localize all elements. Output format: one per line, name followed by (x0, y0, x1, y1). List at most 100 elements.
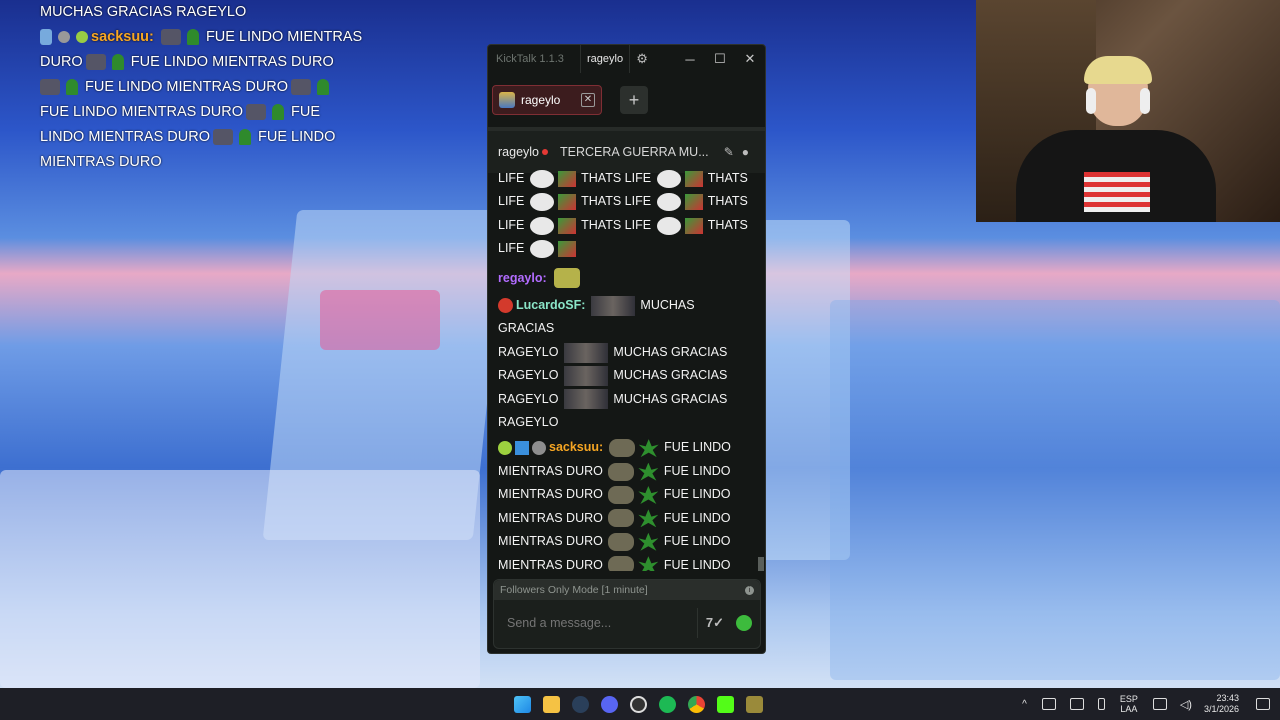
message-text: FUE LINDO (663, 534, 731, 549)
rock-emote-icon (608, 439, 635, 458)
obs-icon[interactable] (630, 696, 647, 713)
tab-rageylo[interactable]: rageylo ✕ (492, 85, 602, 115)
steam-icon[interactable] (572, 696, 589, 713)
trollface-emote-icon (529, 169, 554, 188)
microphone-icon[interactable] (1097, 698, 1105, 710)
weed-emote-icon (66, 79, 78, 96)
username[interactable]: sacksuu: (549, 440, 603, 454)
chat-line: MIENTRAS DURO FUE LINDO (498, 483, 750, 506)
chat-line: RAGEYLO (498, 411, 750, 434)
message-text: RAGEYLO (498, 415, 559, 430)
username[interactable]: LucardoSF: (516, 298, 585, 312)
title-bar: KickTalk 1.1.3 rageylo ⚙ ─ ☐ ✕ (488, 45, 765, 73)
defender-icon[interactable] (1069, 698, 1084, 710)
webcam-person-beanie (1084, 56, 1152, 84)
message-text: RAGEYLO (498, 344, 559, 359)
message-text: THATS (707, 194, 748, 209)
sync-icon[interactable] (1041, 698, 1056, 710)
kicktalk-window: KickTalk 1.1.3 rageylo ⚙ ─ ☐ ✕ rageylo ✕… (487, 44, 766, 654)
overlay-line: DURO FUE LINDO MIENTRAS DURO (40, 50, 370, 75)
streamer-name[interactable]: rageylo (498, 145, 539, 159)
message-input[interactable] (505, 615, 697, 631)
overlay-line: sacksuu: FUE LINDO MIENTRAS (40, 25, 370, 50)
message-text: FUE LINDO (663, 510, 731, 525)
maximize-button[interactable]: ☐ (705, 51, 735, 67)
sword-badge-icon (40, 29, 52, 46)
kick-icon[interactable] (717, 696, 734, 713)
overlay-msg: FUE LINDO MIENTRAS DURO (40, 104, 244, 120)
chat-line: LIFE THATS LIFE THATS (498, 214, 750, 237)
rock-emote-icon (608, 556, 635, 571)
clock[interactable]: 23:43 3/1/2026 (1204, 693, 1239, 715)
channel-button[interactable]: rageylo (580, 45, 631, 73)
chat-mode-bar: Followers Only Mode [1 minute] i (494, 580, 760, 600)
lang-code: ESP (1119, 694, 1138, 704)
message-text: THATS LIFE (581, 217, 652, 232)
message-text: RAGEYLO (498, 391, 559, 406)
close-button[interactable]: ✕ (735, 51, 765, 67)
display-icon[interactable] (1152, 698, 1167, 710)
ball-badge-icon (532, 441, 546, 456)
taskbar-apps (514, 696, 763, 713)
rock-emote-icon (608, 509, 635, 528)
settings-gear-icon[interactable]: ⚙ (630, 51, 654, 67)
chevron-up-icon[interactable]: ^ (1022, 699, 1027, 710)
weed-emote-icon (638, 485, 659, 504)
pin-icon[interactable]: ✎ (724, 145, 742, 159)
message-text: MIENTRAS DURO (498, 487, 603, 502)
overlay-chat: MUCHAS GRACIAS RAGEYLO sacksuu: FUE LIND… (40, 0, 370, 175)
volume-icon[interactable]: ◁) (1180, 698, 1192, 711)
rock-emote-icon (213, 129, 233, 146)
input-buttons: 7✓ (696, 608, 760, 638)
username[interactable]: regaylo: (498, 271, 547, 285)
close-tab-icon[interactable]: ✕ (581, 93, 595, 107)
weed-emote-icon (638, 556, 659, 571)
overlay-line: LINDO MIENTRAS DURO FUE LINDO (40, 125, 370, 150)
chat-line: LIFE (498, 237, 750, 260)
kick-emote-button-icon[interactable] (736, 615, 752, 631)
chrome-icon[interactable] (688, 696, 705, 713)
kicktalk-icon[interactable] (746, 696, 763, 713)
overlay-msg: FUE LINDO MIENTRAS (205, 29, 363, 45)
message-text: FUE LINDO (663, 557, 731, 572)
message-text: THATS LIFE (581, 194, 652, 209)
overlay-msg: DURO (40, 54, 83, 70)
image-emote-icon (563, 365, 608, 386)
alien-badge-icon (76, 31, 88, 44)
chat-messages[interactable]: LIFE THATS LIFE THATS LIFE THATS LIFE TH… (498, 167, 750, 571)
system-tray: ^ ESP LAA ◁) 23:43 3/1/2026 (1014, 688, 1280, 720)
message-text: FUE LINDO (663, 487, 731, 502)
weed-emote-icon (317, 79, 330, 96)
file-explorer-icon[interactable] (543, 696, 560, 713)
overlay-msg: FUE LINDO MIENTRAS DURO (85, 79, 289, 95)
weed-emote-icon (272, 104, 285, 121)
overlay-line: MIENTRAS DURO (40, 154, 162, 170)
chat-message: sacksuu: FUE LINDO (498, 436, 750, 459)
headphones-icon (1140, 88, 1150, 114)
rock-emote-icon (246, 104, 267, 121)
language-indicator[interactable]: ESP LAA (1120, 694, 1138, 714)
spotify-icon[interactable] (659, 696, 676, 713)
user-icon[interactable]: ● (742, 145, 757, 159)
firecracker-emote-icon (557, 217, 576, 234)
windows-start-icon[interactable] (514, 696, 531, 713)
ball-badge-icon (58, 31, 70, 44)
chat-line: LIFE THATS LIFE THATS (498, 190, 750, 213)
overlay-line: FUE LINDO MIENTRAS DURO FUE (40, 100, 370, 125)
info-icon[interactable]: i (745, 585, 754, 595)
rock-emote-icon (608, 532, 635, 551)
trollface-emote-icon (529, 239, 554, 258)
notification-icon[interactable] (1256, 698, 1270, 710)
firecracker-emote-icon (684, 217, 703, 234)
chat-message: LucardoSF: MUCHAS GRACIAS (498, 294, 750, 341)
7tv-emote-button-icon[interactable]: 7✓ (706, 615, 724, 631)
minimize-button[interactable]: ─ (675, 52, 705, 67)
chat-scrollbar[interactable] (758, 557, 764, 571)
chat-line: MIENTRAS DURO FUE LINDO (498, 530, 750, 553)
keyboard-layout: LAA (1120, 704, 1138, 714)
add-tab-button[interactable]: + (620, 86, 648, 114)
rock-emote-icon (608, 462, 635, 481)
trollface-emote-icon (656, 193, 681, 212)
firecracker-emote-icon (684, 194, 703, 211)
discord-icon[interactable] (601, 696, 618, 713)
